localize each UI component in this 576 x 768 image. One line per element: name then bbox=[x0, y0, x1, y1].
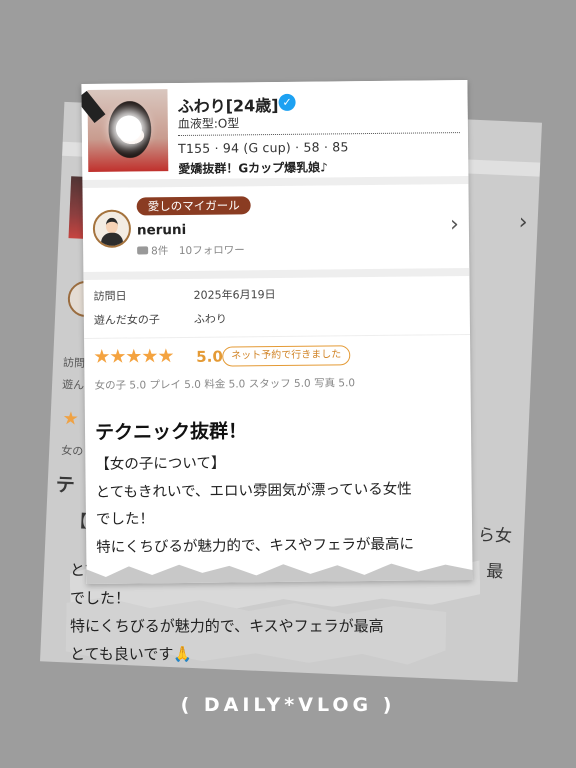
review-line: とてもきれいで、エロい雰囲気が漂っている女性 bbox=[95, 481, 412, 501]
ghost-visit-label: 訪問 bbox=[62, 356, 86, 370]
girl-tagline: 愛嬌抜群！Gカップ爆乳娘♪ bbox=[178, 160, 328, 177]
review-title: テクニック抜群！ bbox=[94, 420, 248, 444]
review-card: ふわり[24歳] ✓ 血液型:O型 T155 · 94 (G cup) · 58… bbox=[81, 79, 473, 585]
visit-info: 訪問日 2025年6月19日 遊んだ女の子 ふわり bbox=[83, 276, 470, 336]
ghost-subscore: 女の bbox=[60, 444, 84, 458]
ghost-line2: でした！ bbox=[70, 589, 131, 607]
ghost-star-icon: ★ bbox=[62, 408, 80, 430]
body-stats: T155 · 94 (G cup) · 58 · 85 bbox=[177, 139, 349, 157]
ghost-line3: 特にくちびるが魅力的で、キスやフェラが最高 bbox=[70, 617, 384, 635]
visit-date-row: 訪問日 2025年6月19日 bbox=[94, 286, 276, 304]
review-line: でした！ bbox=[95, 511, 155, 528]
sub-scores: 女の子 5.0 プレイ 5.0 料金 5.0 スタッフ 5.0 写真 5.0 bbox=[94, 377, 356, 392]
visit-girl-label: 遊んだ女の子 bbox=[93, 313, 160, 327]
visit-girl-row: 遊んだ女の子 ふわり bbox=[94, 311, 227, 328]
reviewer-counts: 8件 10フォロワー bbox=[151, 244, 245, 258]
net-reserve-badge: ネット予約で行きました bbox=[222, 345, 351, 367]
praying-hands-icon-2: 🙏 bbox=[173, 645, 193, 663]
visit-girl-value[interactable]: ふわり bbox=[194, 313, 227, 326]
review-line: 特にくちびるが魅力的で、キスやフェラが最高に bbox=[96, 536, 415, 556]
dotted-divider bbox=[177, 132, 460, 137]
star-rating-icon: ★★★★★ bbox=[93, 345, 174, 368]
girl-name: ふわり[24歳] bbox=[177, 95, 279, 117]
reviewer-username[interactable]: neruni bbox=[137, 222, 186, 239]
visit-date-label: 訪問日 bbox=[93, 289, 127, 303]
rating-score: 5.0 bbox=[196, 347, 223, 366]
my-girl-badge: 愛しのマイガール bbox=[136, 196, 251, 216]
ghost-line3-end2: 最 bbox=[485, 561, 504, 583]
ghost-line1-end: ら女 bbox=[477, 525, 513, 547]
verified-check-icon: ✓ bbox=[278, 93, 296, 111]
ghost-title: テ bbox=[55, 473, 76, 497]
girl-photo[interactable] bbox=[81, 89, 169, 172]
reviewer-meta: 8件 10フォロワー bbox=[137, 242, 245, 258]
ghost-line4-b: とても良いです bbox=[70, 645, 174, 663]
chevron-right-icon[interactable]: › bbox=[450, 212, 459, 237]
review-body: 【女の子について】 とてもきれいで、エロい雰囲気が漂っている女性 でした！ 特に… bbox=[95, 448, 468, 562]
rating-section: ★★★★★ 5.0 ネット予約で行きました 女の子 5.0 プレイ 5.0 料金… bbox=[84, 342, 470, 392]
blood-type: 血液型:O型 bbox=[177, 116, 240, 132]
review-line: 【女の子について】 bbox=[95, 455, 226, 473]
avatar[interactable] bbox=[92, 209, 132, 248]
reviewer-row[interactable]: 愛しのマイガール neruni 8件 10フォロワー › bbox=[82, 184, 469, 272]
face-blur bbox=[115, 115, 142, 142]
visit-date-value: 2025年6月19日 bbox=[193, 288, 276, 302]
comment-bubble-icon bbox=[137, 246, 149, 255]
footer-watermark: ( DAILY*VLOG ) bbox=[180, 694, 396, 716]
ghost-girl-label: 遊ん bbox=[61, 378, 85, 392]
profile-header[interactable]: ふわり[24歳] ✓ 血液型:O型 T155 · 94 (G cup) · 58… bbox=[81, 79, 469, 181]
ghost-chevron-icon: › bbox=[518, 209, 529, 236]
